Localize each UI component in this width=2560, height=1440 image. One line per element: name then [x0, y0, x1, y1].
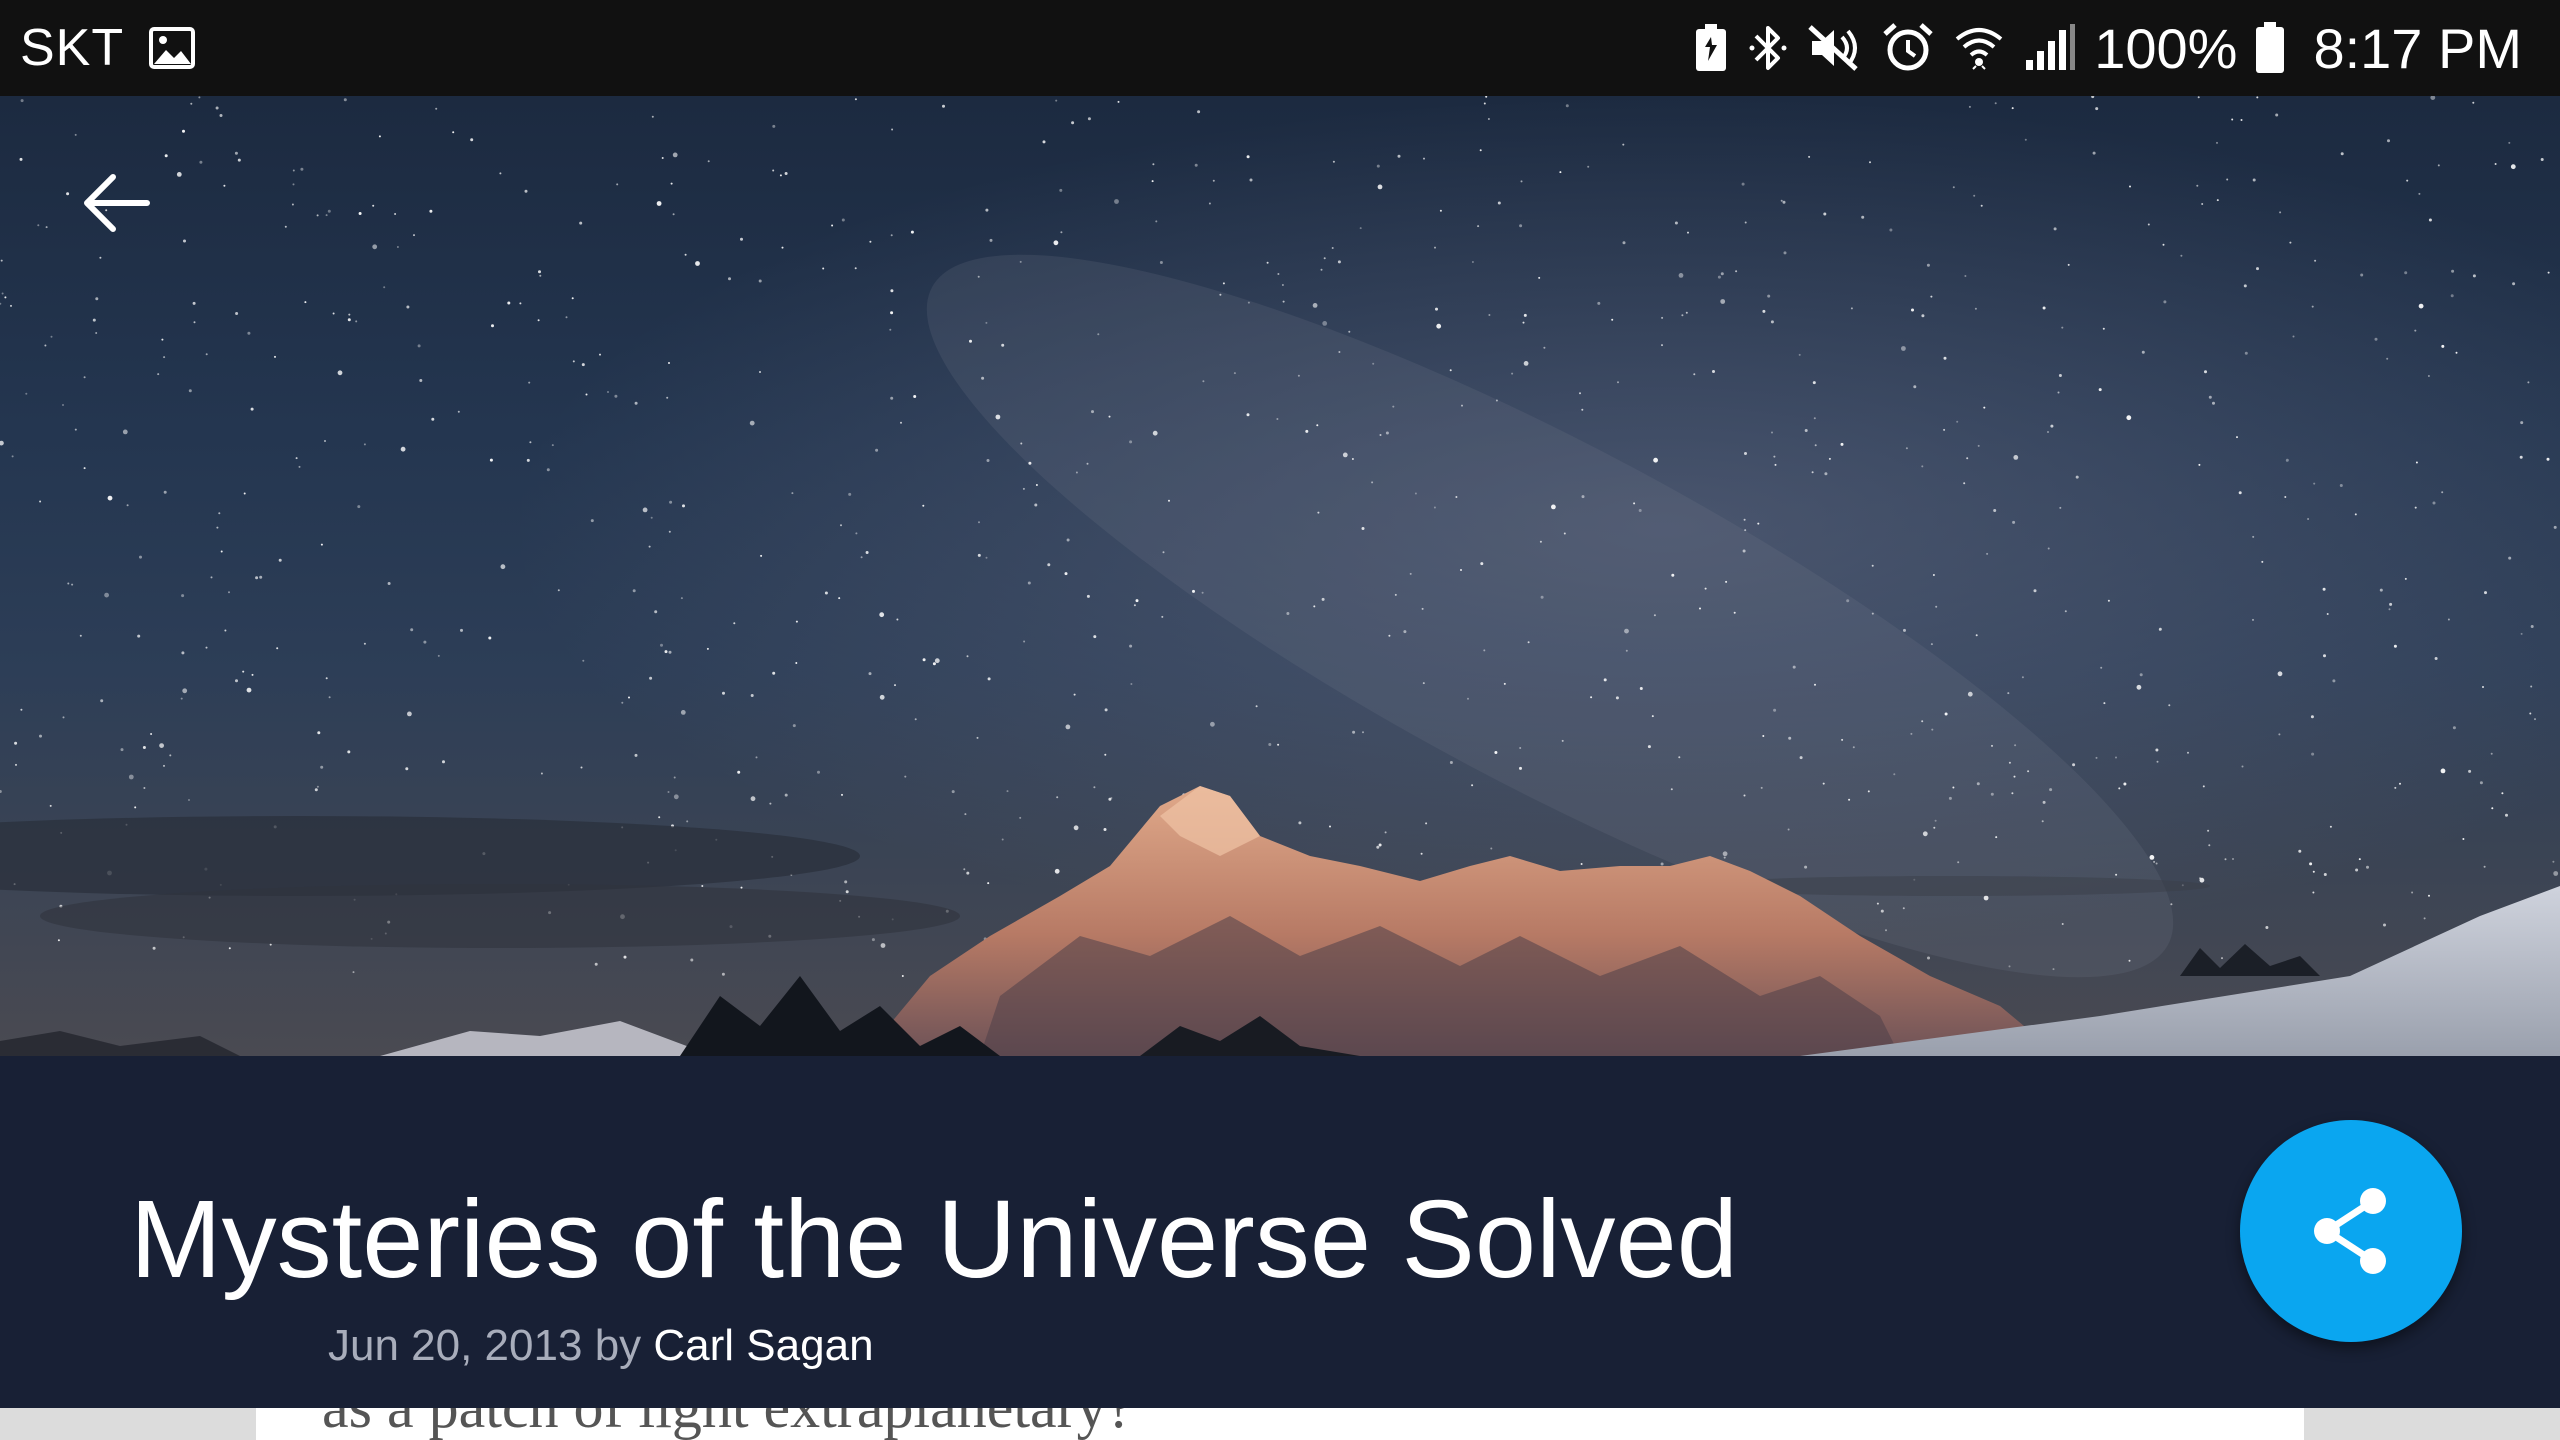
alarm-icon — [1882, 18, 1934, 78]
byline-by: by — [594, 1321, 642, 1370]
hero-image — [0, 96, 2560, 1056]
starry-night-mountain-image — [0, 96, 2560, 1056]
share-icon — [2314, 1188, 2386, 1274]
status-bar: SKT 100% 8:17 PM — [0, 0, 2560, 96]
share-button[interactable] — [2240, 1120, 2462, 1342]
publish-date: Jun 20, 2013 — [328, 1321, 583, 1370]
back-button[interactable] — [60, 148, 170, 258]
byline: Jun 20, 2013 by Carl Sagan — [328, 1318, 874, 1374]
mute-icon — [1808, 18, 1862, 78]
back-arrow-icon — [84, 174, 150, 232]
status-right: 100% 8:17 PM — [1684, 0, 2522, 96]
article-title: Mysteries of the Universe Solved — [130, 1178, 1738, 1301]
carrier-label: SKT — [20, 19, 125, 77]
bluetooth-icon — [1748, 18, 1788, 78]
wifi-icon — [1954, 18, 2004, 78]
battery-icon — [2255, 18, 2285, 78]
signal-icon — [2024, 18, 2076, 78]
article-body-card: as a patch of light extraplanetary? — [256, 1408, 2304, 1440]
battery-saver-icon — [1694, 18, 1728, 78]
status-left: SKT — [20, 0, 206, 96]
battery-percent: 100% — [2094, 16, 2238, 80]
article-body-text: as a patch of light extraplanetary? — [322, 1408, 1133, 1440]
author-name[interactable]: Carl Sagan — [653, 1321, 873, 1370]
image-icon — [148, 18, 196, 78]
clock: 8:17 PM — [2313, 16, 2522, 80]
